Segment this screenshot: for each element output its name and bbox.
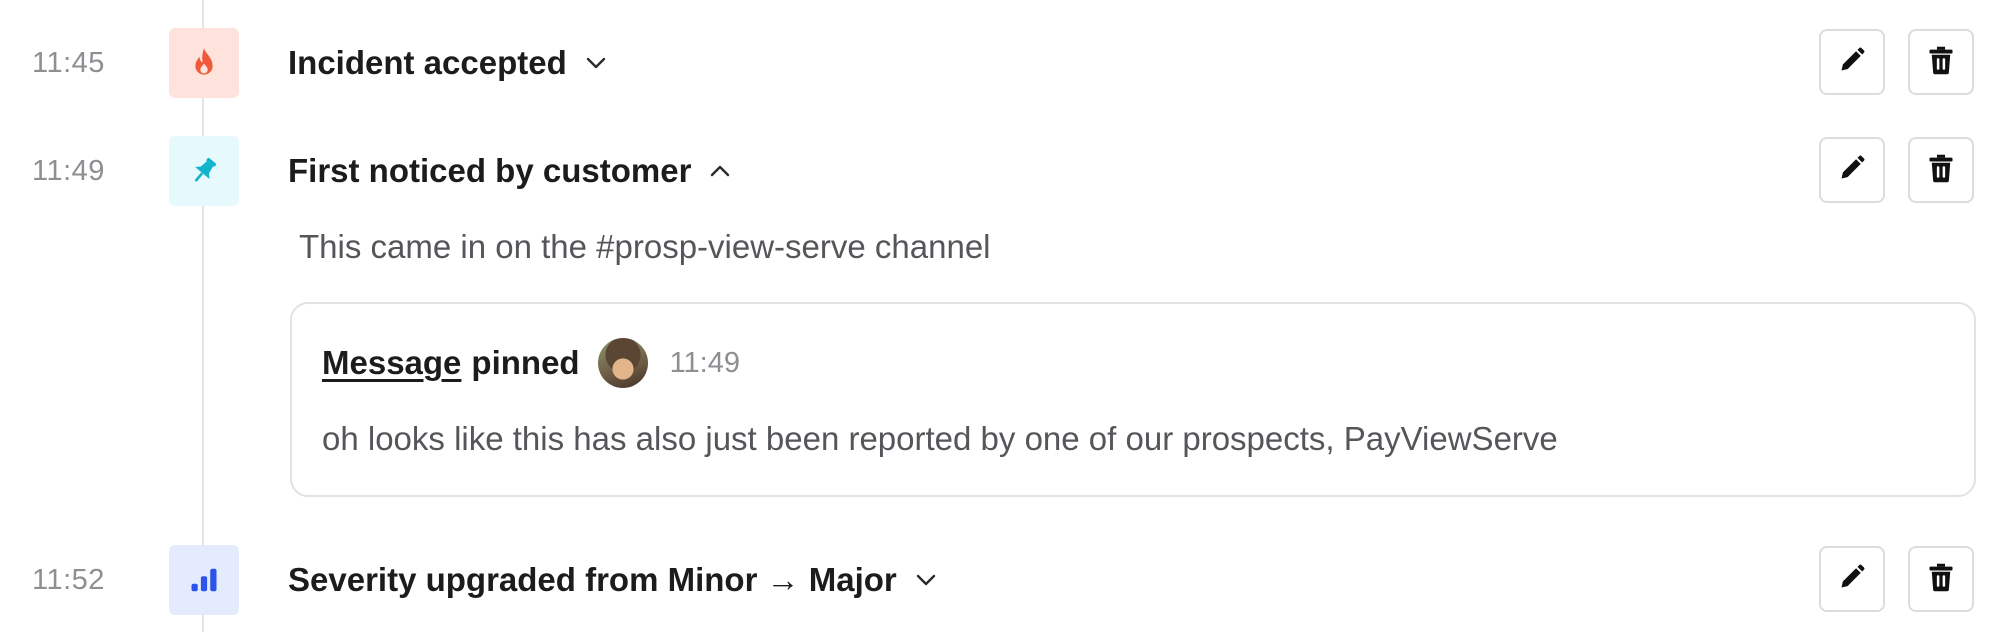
delete-button[interactable] bbox=[1908, 546, 1974, 612]
avatar bbox=[597, 338, 648, 388]
delete-button[interactable] bbox=[1908, 29, 1974, 95]
pinned-label: pinned bbox=[471, 344, 580, 381]
event-title: Incident accepted bbox=[288, 44, 567, 81]
trash-icon bbox=[1928, 45, 1954, 80]
event-description: This came in on the #prosp-view-serve ch… bbox=[299, 228, 991, 265]
pinned-message-header: Message pinned 11:49 bbox=[322, 334, 740, 392]
edit-button[interactable] bbox=[1819, 546, 1885, 612]
pencil-icon bbox=[1838, 46, 1866, 79]
delete-button[interactable] bbox=[1908, 137, 1974, 203]
edit-button[interactable] bbox=[1819, 29, 1885, 95]
event-title: Severity upgraded from Minor → Major bbox=[288, 561, 897, 598]
event-title-row: Incident accepted bbox=[288, 28, 607, 98]
signal-bars-icon bbox=[189, 566, 219, 594]
event-time: 11:45 bbox=[32, 47, 105, 79]
flame-icon bbox=[189, 47, 219, 79]
pin-icon bbox=[188, 155, 220, 187]
chevron-down-icon[interactable] bbox=[585, 56, 607, 70]
event-title-row: First noticed by customer bbox=[288, 136, 731, 206]
event-icon-box bbox=[169, 28, 239, 98]
edit-button[interactable] bbox=[1819, 137, 1885, 203]
event-time: 11:49 bbox=[32, 155, 105, 187]
event-icon-box bbox=[169, 136, 239, 206]
pencil-icon bbox=[1838, 154, 1866, 187]
pinned-time: 11:49 bbox=[669, 346, 740, 379]
event-title: First noticed by customer bbox=[288, 152, 692, 189]
event-title-row: Severity upgraded from Minor → Major bbox=[288, 545, 937, 615]
trash-icon bbox=[1928, 562, 1954, 597]
timeline-event-first-noticed: 11:49 First noticed by customer bbox=[0, 136, 2000, 206]
pencil-icon bbox=[1838, 563, 1866, 596]
timeline-event-incident-accepted: 11:45 Incident accepted bbox=[0, 28, 2000, 98]
chevron-up-icon[interactable] bbox=[709, 164, 731, 178]
event-time: 11:52 bbox=[32, 564, 105, 596]
event-icon-box bbox=[169, 545, 239, 615]
message-link[interactable]: Message bbox=[322, 344, 461, 382]
timeline-event-severity-upgraded: 11:52 Severity upgraded from Minor → Maj… bbox=[0, 545, 2000, 615]
chevron-down-icon[interactable] bbox=[915, 573, 937, 587]
trash-icon bbox=[1928, 153, 1954, 188]
pinned-message-text: oh looks like this has also just been re… bbox=[322, 420, 1558, 457]
pinned-message-card: Message pinned 11:49 oh looks like this … bbox=[290, 302, 1976, 497]
